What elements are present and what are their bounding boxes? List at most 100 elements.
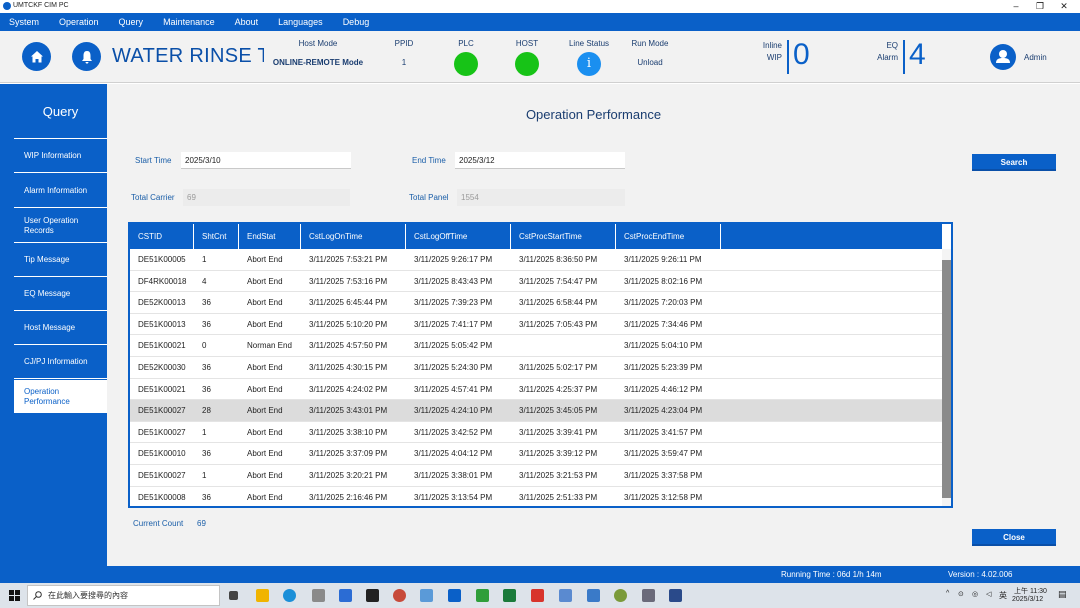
app-icon-4[interactable] [339, 589, 352, 602]
column-header-shtcnt[interactable]: ShtCnt [194, 224, 239, 249]
table-cell-cstlogofftime: 3/11/2025 5:24:30 PM [414, 362, 493, 372]
total-panel-value: 1554 [457, 189, 625, 206]
taskbar-search-input[interactable]: 在此輸入要搜尋的內容 [27, 585, 220, 606]
table-cell-endstat: Abort End [247, 384, 283, 394]
total-carrier-label: Total Carrier [131, 193, 175, 202]
menu-operation[interactable]: Operation [59, 17, 99, 27]
table-cell-shtcnt: 36 [202, 362, 211, 372]
end-time-label: End Time [412, 156, 446, 165]
menu-query[interactable]: Query [119, 17, 144, 27]
app-icon-15[interactable] [642, 589, 655, 602]
table-cell-cstid: DE52K00030 [138, 362, 186, 372]
menu-system[interactable]: System [9, 17, 39, 27]
table-cell-cstlogofftime: 3/11/2025 5:05:42 PM [414, 341, 493, 351]
windows-start-icon[interactable] [9, 590, 20, 601]
notification-center-icon[interactable]: ▤ [1058, 589, 1067, 600]
app-icon-11[interactable] [531, 589, 544, 602]
table-row[interactable]: DE51K00027 28 Abort End 3/11/2025 3:43:01 P… [130, 400, 942, 422]
table-row[interactable]: DE51K00021 0 Norman End 3/11/2025 4:57:50 P… [130, 335, 942, 357]
table-cell-cstlogontime: 3/11/2025 5:10:20 PM [309, 319, 388, 329]
version: Version : 4.02.006 [948, 570, 1013, 579]
table-row[interactable]: DE51K00027 1 Abort End 3/11/2025 3:38:10 PM… [130, 422, 942, 444]
table-cell-cstprocendtime: 3/11/2025 7:34:46 PM [624, 319, 703, 329]
sidebar-item-host-message[interactable]: Host Message [14, 312, 107, 345]
edge-icon[interactable] [283, 589, 296, 602]
table-scrollbar-thumb[interactable] [942, 260, 951, 498]
table-cell-cstlogontime: 3/11/2025 3:20:21 PM [309, 470, 388, 480]
table-row[interactable]: DE51K00005 1 Abort End 3/11/2025 7:53:21 PM… [130, 249, 942, 271]
close-button[interactable]: Close [972, 529, 1056, 546]
table-cell-endstat: Abort End [247, 427, 283, 437]
table-row[interactable]: DE51K00013 36 Abort End 3/11/2025 5:10:20 P… [130, 314, 942, 336]
table-cell-cstprocstarttime: 3/11/2025 6:58:44 PM [519, 298, 598, 308]
app-icon-7[interactable] [420, 589, 433, 602]
menu-debug[interactable]: Debug [343, 17, 370, 27]
window-titlebar: UMTCKF CIM PC – ❐ ✕ [0, 0, 1080, 13]
menu-languages[interactable]: Languages [278, 17, 323, 27]
column-header-endstat[interactable]: EndStat [239, 224, 301, 249]
column-header-cstlogofftime[interactable]: CstLogOffTime [406, 224, 511, 249]
column-header-cstid[interactable]: CSTID [130, 224, 194, 249]
sidebar-item-cj-pj-information[interactable]: CJ/PJ Information [14, 346, 107, 379]
app-icon-3[interactable] [312, 589, 325, 602]
sidebar: Query WIP Information Alarm Information … [0, 84, 107, 566]
table-cell-endstat: Abort End [247, 406, 283, 416]
table-row[interactable]: DE52K00030 36 Abort End 3/11/2025 4:30:15 P… [130, 357, 942, 379]
close-window-button[interactable]: ✕ [1048, 0, 1080, 13]
notification-button[interactable] [72, 42, 101, 71]
column-header-cstlogontime[interactable]: CstLogOnTime [301, 224, 406, 249]
sidebar-item-alarm-information[interactable]: Alarm Information [14, 175, 107, 208]
app-icon-6[interactable] [393, 589, 406, 602]
tray-network-icon[interactable]: ⊙ [958, 590, 964, 598]
table-cell-cstprocstarttime: 3/11/2025 2:51:33 PM [519, 492, 598, 502]
table-cell-cstlogofftime: 3/11/2025 7:41:17 PM [414, 319, 493, 329]
clock-date[interactable]: 2025/3/12 [1012, 596, 1043, 603]
sidebar-item-eq-message[interactable]: EQ Message [14, 278, 107, 311]
end-time-input[interactable]: 2025/3/12 [455, 152, 625, 169]
app-icon-14[interactable] [614, 589, 627, 602]
clock-time[interactable]: 上午 11:30 [1014, 586, 1047, 596]
table-row[interactable]: DE52K00013 36 Abort End 3/11/2025 6:45:44 P… [130, 292, 942, 314]
table-row[interactable]: DE51K00010 36 Abort End 3/11/2025 3:37:09 P… [130, 443, 942, 465]
table-cell-cstprocendtime: 3/11/2025 5:04:10 PM [624, 341, 703, 351]
menu-maintenance[interactable]: Maintenance [163, 17, 215, 27]
task-view-icon[interactable] [229, 591, 238, 600]
table-row[interactable]: DE51K00021 36 Abort End 3/11/2025 4:24:02 P… [130, 379, 942, 401]
table-row[interactable]: DE51K00027 1 Abort End 3/11/2025 3:20:21 PM… [130, 465, 942, 487]
sidebar-item-operation-performance[interactable]: Operation Performance [14, 380, 107, 413]
start-time-input[interactable]: 2025/3/10 [181, 152, 351, 169]
app-icon-9[interactable] [476, 589, 489, 602]
sidebar-item-tip-message[interactable]: Tip Message [14, 244, 107, 277]
sidebar-item-wip-information[interactable]: WIP Information [14, 140, 107, 173]
table-row[interactable]: DF4RK00018 4 Abort End 3/11/2025 7:53:16 PM… [130, 271, 942, 293]
file-explorer-icon[interactable] [256, 589, 269, 602]
tray-language[interactable]: 英 [999, 590, 1007, 601]
home-button[interactable] [22, 42, 51, 71]
app-icon-12[interactable] [559, 589, 572, 602]
app-icon [3, 2, 11, 10]
column-header-cstprocendtime[interactable]: CstProcEndTime [616, 224, 721, 249]
table-cell-cstprocendtime: 3/11/2025 4:46:12 PM [624, 384, 703, 394]
app-icon-10[interactable] [503, 589, 516, 602]
app-icon-13[interactable] [587, 589, 600, 602]
menu-about[interactable]: About [235, 17, 259, 27]
avatar[interactable] [990, 44, 1016, 70]
host-mode-value: ONLINE-REMOTE Mode [272, 58, 364, 67]
table-row[interactable]: DE51K00008 36 Abort End 3/11/2025 2:16:46 P… [130, 487, 942, 506]
table-cell-cstid: DE51K00010 [138, 449, 186, 459]
table-cell-cstlogontime: 3/11/2025 7:53:16 PM [309, 276, 388, 286]
sidebar-item-user-operation-records[interactable]: User Operation Records [14, 210, 107, 243]
search-button[interactable]: Search [972, 154, 1056, 171]
tray-globe-icon[interactable]: ◎ [972, 590, 978, 598]
tray-chevron-icon[interactable]: ^ [946, 590, 949, 597]
tray-volume-icon[interactable]: ◁ [986, 590, 991, 598]
column-header-cstprocstarttime[interactable]: CstProcStartTime [511, 224, 616, 249]
host-mode-label: Host Mode [298, 39, 338, 48]
app-icon-16[interactable] [669, 589, 682, 602]
terminal-icon[interactable] [366, 589, 379, 602]
table-cell-cstprocendtime: 3/11/2025 3:12:58 PM [624, 492, 703, 502]
cim-app-icon[interactable] [448, 589, 461, 602]
table-cell-cstid: DE51K00027 [138, 470, 186, 480]
taskbar: 在此輸入要搜尋的內容 ^ ⊙ ◎ ◁ 英 上午 11:30 2025/3/12 … [0, 583, 1080, 608]
user-icon [996, 50, 1010, 63]
